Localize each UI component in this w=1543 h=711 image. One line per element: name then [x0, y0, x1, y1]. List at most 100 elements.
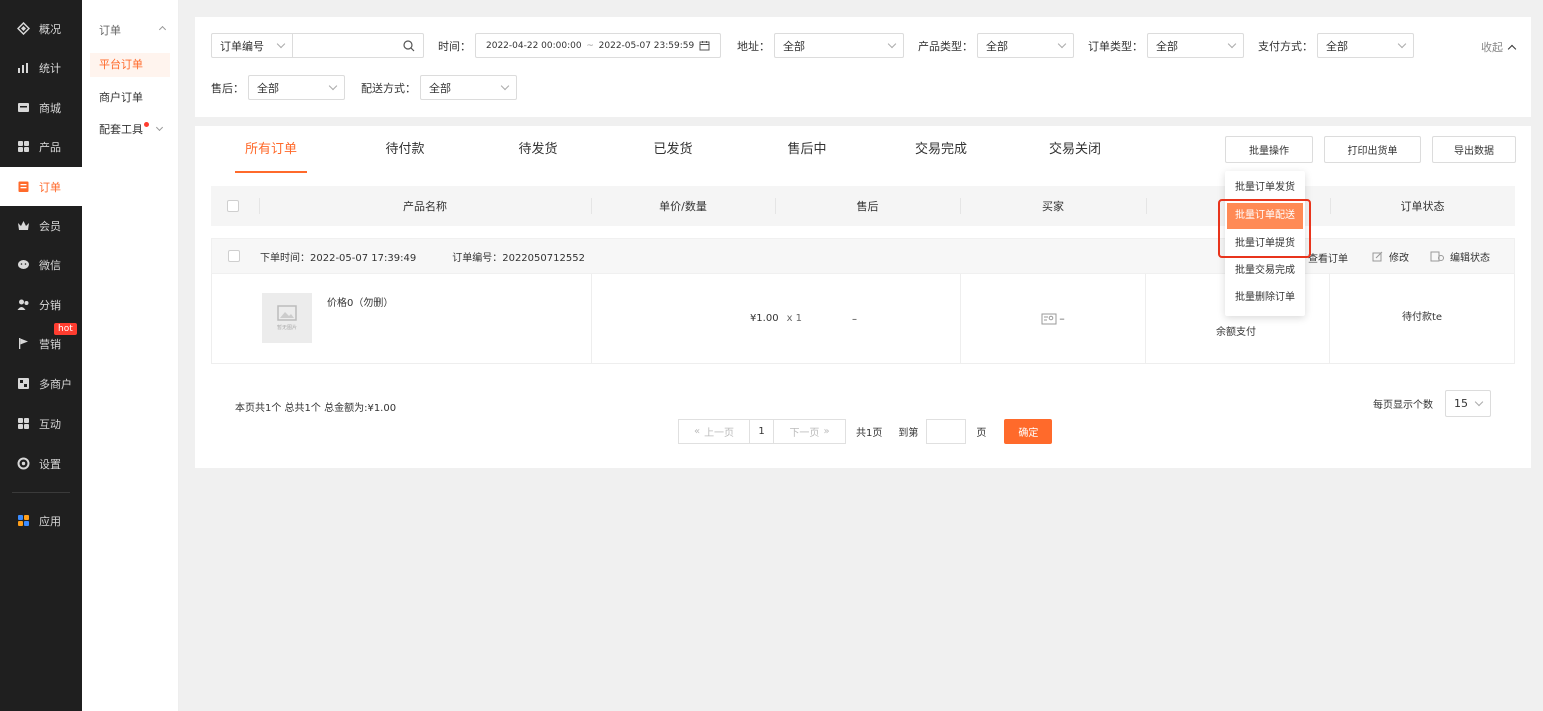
- nav-item-orders[interactable]: 订单: [0, 167, 82, 206]
- nav-item-settings[interactable]: 设置: [0, 444, 82, 483]
- chevron-down-icon: [1057, 39, 1067, 48]
- chevron-down-icon: [1227, 39, 1237, 48]
- select-all-checkbox[interactable]: [227, 200, 239, 212]
- tab-closed[interactable]: 交易关闭: [1039, 126, 1111, 174]
- total-pages: 共1页: [856, 428, 883, 439]
- chevron-down-icon: [276, 39, 286, 48]
- address-label: 地址：: [737, 39, 770, 53]
- thumbnail-caption: 暂无图片: [276, 325, 297, 331]
- subnav-item-merchant-orders[interactable]: 商户订单: [90, 86, 170, 110]
- chevron-down-icon: [1397, 39, 1407, 48]
- edit-order-link[interactable]: 修改: [1372, 249, 1409, 264]
- tab-completed[interactable]: 交易完成: [905, 126, 977, 174]
- delivery-label: 配送方式：: [361, 81, 416, 95]
- col-price-qty: 单价/数量: [591, 186, 775, 226]
- batch-actions-button[interactable]: 批量操作: [1225, 136, 1313, 163]
- next-page-label: 下一页: [789, 428, 820, 439]
- address-value: 全部: [783, 39, 805, 53]
- nav-item-multi-merchant[interactable]: 多商户: [0, 364, 82, 403]
- page-number-1[interactable]: 1: [750, 419, 774, 444]
- time-label: 时间：: [438, 39, 471, 53]
- pay-method-select[interactable]: 全部: [1317, 33, 1414, 58]
- order-row-body: 暂无图片 价格0（勿删） ¥1.00 x 1 – 余额支付 待付款te –: [211, 274, 1515, 364]
- select-all-cell: [211, 186, 259, 226]
- next-page-button[interactable]: 下一页»: [774, 419, 846, 444]
- subnav-item-tools[interactable]: 配套工具: [90, 118, 170, 142]
- tab-shipped[interactable]: 已发货: [638, 126, 708, 174]
- time-range-picker[interactable]: 2022-04-22 00:00:00 ~ 2022-05-07 23:59:5…: [475, 33, 721, 58]
- nav-item-mall[interactable]: 商城: [0, 88, 82, 127]
- nav-item-stats[interactable]: 统计: [0, 48, 82, 87]
- view-order-link[interactable]: 查看订单: [1308, 250, 1348, 265]
- menu-batch-ship[interactable]: 批量订单发货: [1227, 175, 1303, 201]
- nav-label: 分销: [39, 298, 61, 312]
- notification-dot: [144, 122, 149, 127]
- aftersale-value: 全部: [257, 81, 279, 95]
- order-type-select[interactable]: 全部: [1147, 33, 1244, 58]
- nav-item-distribution[interactable]: 分销: [0, 285, 82, 324]
- menu-batch-complete[interactable]: 批量交易完成: [1227, 258, 1303, 284]
- nav-item-overview[interactable]: 概况: [0, 9, 82, 48]
- export-data-button[interactable]: 导出数据: [1432, 136, 1516, 163]
- order-list-panel: 所有订单 待付款 待发货 已发货 售后中 交易完成 交易关闭 批量操作 打印出货…: [195, 126, 1531, 468]
- order-status: 待付款te: [1401, 312, 1443, 323]
- print-shipping-button[interactable]: 打印出货单: [1324, 136, 1421, 163]
- page-size-control: 每页显示个数 15: [1373, 390, 1491, 417]
- subnav-item-platform-orders[interactable]: 平台订单: [90, 53, 170, 77]
- chevron-down-icon: [328, 81, 338, 90]
- filter-row-2: 售后： 全部 配送方式： 全部: [211, 75, 517, 100]
- order-product-cell: 暂无图片 价格0（勿删）: [212, 274, 592, 363]
- order-no-type-select[interactable]: 订单编号: [211, 33, 293, 58]
- status-icon: [1430, 251, 1444, 262]
- tab-pending-shipment[interactable]: 待发货: [503, 126, 573, 174]
- page-size-label: 每页显示个数: [1373, 400, 1433, 411]
- page-summary: 本页共1个 总共1个 总金额为:¥1.00: [235, 403, 397, 414]
- page-size-select[interactable]: 15: [1445, 390, 1491, 417]
- order-no-input[interactable]: [293, 33, 424, 58]
- tab-aftersale[interactable]: 售后中: [772, 126, 842, 174]
- chevron-down-icon: [887, 39, 897, 48]
- nav-label: 商城: [39, 101, 61, 115]
- wechat-icon: [17, 258, 30, 271]
- grid-icon: [17, 140, 30, 153]
- order-row-header: 下单时间：2022-05-07 17:39:49 订单编号：2022050712…: [211, 238, 1515, 274]
- nav-item-wechat[interactable]: 微信: [0, 245, 82, 284]
- edit-status-link[interactable]: 编辑状态: [1430, 249, 1490, 264]
- collapse-toggle[interactable]: 收起: [1481, 39, 1517, 55]
- collapse-label: 收起: [1481, 41, 1503, 54]
- highlight-annotation-box: [1218, 199, 1311, 258]
- nav-item-products[interactable]: 产品: [0, 127, 82, 166]
- aftersale-select[interactable]: 全部: [248, 75, 345, 100]
- time-separator: ~: [586, 40, 594, 51]
- order-no-type-value: 订单编号: [220, 39, 264, 53]
- nav-label: 概况: [39, 22, 61, 36]
- nav-item-members[interactable]: 会员: [0, 206, 82, 245]
- pay-method-value: 全部: [1326, 39, 1348, 53]
- order-checkbox[interactable]: [228, 250, 240, 262]
- nav-item-marketing[interactable]: 营销: [0, 324, 82, 363]
- address-select[interactable]: 全部: [774, 33, 904, 58]
- tab-all-orders[interactable]: 所有订单: [235, 126, 307, 174]
- diamond-icon: [17, 22, 30, 35]
- subnav-group-orders[interactable]: 订单: [99, 22, 167, 38]
- chevron-up-icon: [1507, 44, 1517, 53]
- time-end: 2022-05-07 23:59:59: [598, 40, 695, 51]
- chart-icon: [17, 61, 30, 74]
- menu-batch-delete[interactable]: 批量删除订单: [1227, 285, 1303, 311]
- tab-pending-payment[interactable]: 待付款: [370, 126, 440, 174]
- crown-icon: [17, 219, 30, 232]
- edit-status-label: 编辑状态: [1450, 253, 1490, 264]
- prev-page-button[interactable]: « 上一页: [678, 419, 750, 444]
- goto-confirm-button[interactable]: 确定: [1004, 419, 1053, 444]
- subnav-group-title: 订单: [99, 24, 121, 37]
- chevron-down-icon: [155, 123, 163, 132]
- store-icon: [17, 377, 30, 390]
- calendar-icon: [699, 41, 710, 51]
- nav-item-apps[interactable]: 应用: [0, 501, 82, 540]
- product-type-select[interactable]: 全部: [977, 33, 1074, 58]
- goto-page-input[interactable]: [926, 419, 967, 444]
- nav-item-interaction[interactable]: 互动: [0, 404, 82, 443]
- time-start: 2022-04-22 00:00:00: [486, 40, 582, 51]
- delivery-select[interactable]: 全部: [420, 75, 517, 100]
- filter-row-1: 订单编号 时间： 2022-04-22 00:00:00 ~ 2022-05-0…: [211, 33, 1414, 58]
